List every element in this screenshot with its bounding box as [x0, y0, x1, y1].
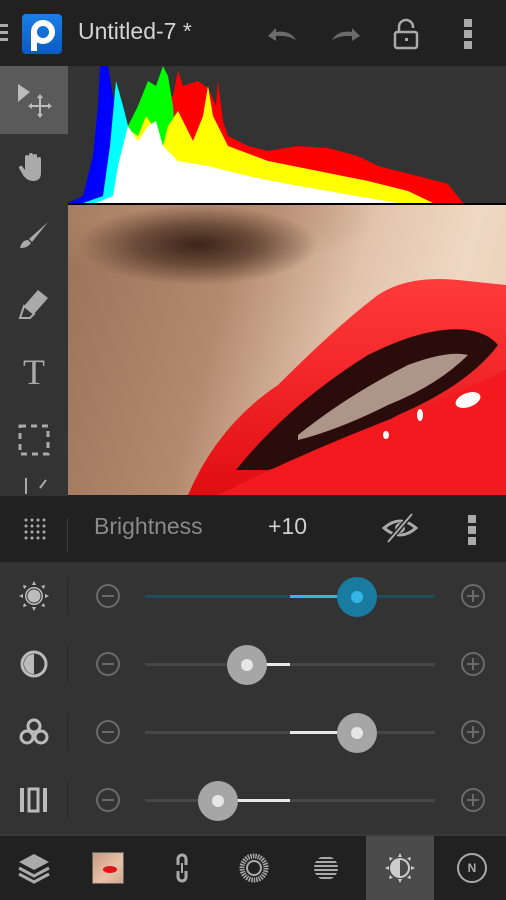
- adjustments-button[interactable]: [366, 836, 434, 900]
- image-canvas[interactable]: [68, 205, 506, 495]
- visibility-toggle[interactable]: [381, 512, 419, 549]
- layers-icon: [18, 854, 50, 884]
- redo-button[interactable]: [326, 14, 366, 54]
- blend-mode-icon: N: [457, 853, 487, 883]
- increase-button[interactable]: [461, 788, 485, 812]
- divider: [67, 783, 68, 817]
- link-button[interactable]: [148, 836, 216, 900]
- divider: [67, 647, 68, 681]
- contrast-icon: [14, 646, 54, 682]
- tool-panel: T: [0, 66, 68, 496]
- slider-track[interactable]: [145, 663, 435, 666]
- overflow-menu-icon: [464, 19, 472, 49]
- adjustment-value: +10: [268, 513, 308, 539]
- link-icon: [176, 853, 188, 883]
- overflow-menu-button[interactable]: [448, 14, 488, 54]
- increase-button[interactable]: [461, 652, 485, 676]
- layer-thumbnail: [92, 852, 124, 884]
- redo-icon: [332, 28, 360, 41]
- slider-row-contrast: [0, 630, 506, 698]
- blend-mode-button[interactable]: N: [438, 836, 506, 900]
- decrease-button[interactable]: [96, 652, 120, 676]
- adjustment-header: Brightness +10: [0, 496, 506, 562]
- photo-lips: [188, 279, 506, 495]
- grid-dots-icon: [24, 518, 46, 540]
- decrease-button[interactable]: [96, 788, 120, 812]
- brush-icon: [20, 222, 48, 248]
- levels-icon: [14, 782, 54, 818]
- slider-thumb[interactable]: [226, 645, 267, 685]
- text-icon: T: [23, 352, 45, 392]
- grid-handle-button[interactable]: [24, 518, 46, 545]
- document-title[interactable]: Untitled-7 *: [78, 18, 192, 45]
- eraser-icon: [18, 290, 48, 319]
- text-tool[interactable]: T: [0, 338, 68, 406]
- undo-button[interactable]: [262, 14, 302, 54]
- unlock-icon: [393, 18, 419, 50]
- selection-tool[interactable]: [0, 406, 68, 474]
- layers-button[interactable]: [0, 836, 68, 900]
- saturation-icon: [14, 714, 54, 750]
- move-tool-icon: [18, 84, 52, 118]
- adjustment-name: Brightness: [94, 513, 203, 539]
- adjustment-menu-button[interactable]: [467, 514, 477, 551]
- slider-thumb[interactable]: [336, 713, 377, 753]
- brightness-contrast-icon: [385, 853, 415, 883]
- hidden-eye-icon: [381, 512, 419, 544]
- filter-button[interactable]: [292, 836, 360, 900]
- marquee-select-icon: [18, 424, 50, 456]
- slider-thumb[interactable]: [197, 781, 238, 821]
- bottom-toolbar: N: [0, 834, 506, 900]
- overflow-menu-icon: [468, 515, 476, 545]
- increase-button[interactable]: [461, 584, 485, 608]
- brush-tool[interactable]: [0, 202, 68, 270]
- blend-mode-label: N: [467, 861, 477, 875]
- divider: [67, 579, 68, 613]
- undo-icon: [268, 28, 296, 41]
- slider-panel: [0, 562, 506, 834]
- increase-button[interactable]: [461, 720, 485, 744]
- slider-track[interactable]: [145, 799, 435, 802]
- mask-icon: [239, 853, 269, 883]
- move-tool[interactable]: [0, 66, 68, 134]
- brightness-icon: [14, 578, 54, 614]
- logo-icon: [31, 20, 55, 51]
- crop-tool[interactable]: [0, 474, 68, 496]
- app-logo[interactable]: [22, 14, 62, 54]
- action-bar: Untitled-7 *: [0, 0, 506, 66]
- filter-icon: [314, 857, 338, 879]
- hand-icon: [18, 153, 41, 181]
- layer-thumbnail-button[interactable]: [74, 836, 142, 900]
- hand-tool[interactable]: [0, 134, 68, 202]
- drawer-indicator-icon[interactable]: [0, 24, 10, 46]
- crop-icon: [25, 478, 47, 494]
- histogram: [68, 66, 506, 206]
- slider-thumb[interactable]: [336, 577, 377, 617]
- decrease-button[interactable]: [96, 720, 120, 744]
- histogram-graph: [68, 66, 463, 203]
- lock-button[interactable]: [386, 14, 426, 54]
- slider-row-brightness: [0, 562, 506, 630]
- decrease-button[interactable]: [96, 584, 120, 608]
- divider: [67, 715, 68, 749]
- slider-row-levels: [0, 766, 506, 834]
- mask-button[interactable]: [220, 836, 288, 900]
- divider: [67, 518, 68, 552]
- eraser-tool[interactable]: [0, 270, 68, 338]
- slider-row-saturation: [0, 698, 506, 766]
